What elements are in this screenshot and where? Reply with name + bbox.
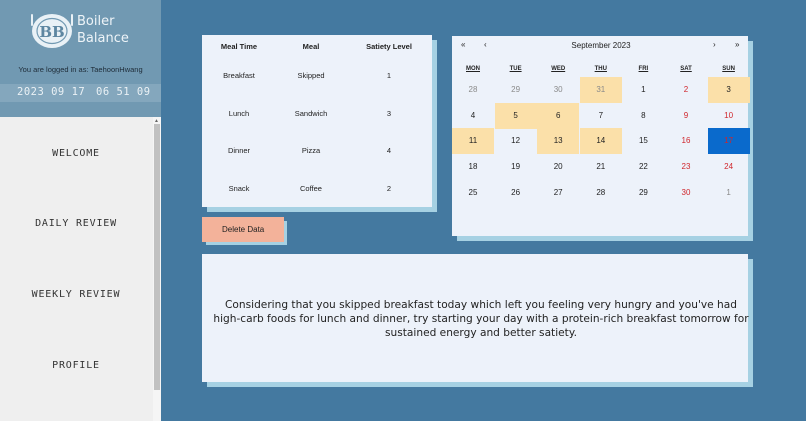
logo-text: BB [39,23,64,41]
calendar-day[interactable]: 14 [579,128,622,155]
calendar-day[interactable]: 3 [707,77,750,103]
calendar-day[interactable]: 13 [537,128,580,155]
logo-icon: BB [31,14,73,48]
weekday-header: MON [466,66,480,72]
col-header-meal-time: Meal Time [220,42,258,51]
table-cell: 4 [386,146,392,155]
calendar-day[interactable]: 29 [622,180,664,206]
clock-date: 2023 09 17 [17,86,86,98]
login-status: You are logged in as: TaehoonHwang [18,65,143,74]
calendar-day[interactable]: 25 [452,180,494,206]
calendar-day[interactable]: 19 [495,154,537,180]
table-cell: 2 [386,184,392,193]
calendar-day[interactable]: 21 [580,154,622,180]
weekday-header: TUE [509,66,522,72]
weekday-header: THU [594,66,607,72]
nav-welcome[interactable]: WELCOME [0,148,152,159]
calendar-day[interactable]: 2 [665,77,707,103]
calendar-title: September 2023 [571,41,631,50]
recommendation-text: Considering that you skipped breakfast t… [213,299,749,339]
calendar-day[interactable]: 20 [537,154,579,180]
table-cell: Pizza [301,146,321,155]
calendar-day[interactable]: 9 [665,103,707,129]
calendar-day[interactable]: 30 [665,180,707,206]
weekday-header: SAT [680,66,692,72]
sidebar-scrollbar[interactable]: ▲ [153,117,161,421]
brand-line-1: Boiler [77,14,115,29]
next-year-button[interactable]: » [735,40,739,49]
weekday-header: SUN [722,66,735,72]
calendar-day[interactable]: 16 [665,128,707,154]
table-cell: Lunch [228,109,250,118]
calendar-day[interactable]: 30 [537,77,579,103]
calendar-day[interactable]: 29 [495,77,537,103]
scrollbar-thumb[interactable] [154,124,160,390]
weekday-header: FRI [638,66,649,72]
calendar-day[interactable]: 10 [708,103,750,129]
calendar-day[interactable]: 8 [622,103,664,129]
calendar-day[interactable]: 5 [494,102,537,129]
calendar-day[interactable]: 1 [708,180,750,206]
table-cell: 3 [386,109,392,118]
calendar-day[interactable]: 15 [622,128,664,154]
calendar-day[interactable]: 4 [452,103,494,129]
calendar-day[interactable]: 31 [579,77,622,103]
calendar-day[interactable]: 22 [622,154,664,180]
delete-data-button[interactable]: Delete Data [202,217,284,242]
calendar-day[interactable]: 28 [580,180,622,206]
meal-table: Meal Time Meal Satiety Level Breakfast S… [202,35,432,207]
table-cell: Coffee [300,184,322,193]
table-cell: Snack [228,184,250,193]
nav-weekly-review[interactable]: WEEKLY REVIEW [0,289,152,300]
weekday-header: WED [551,66,566,72]
next-month-button[interactable]: › [713,40,716,49]
calendar-day[interactable]: 6 [537,102,580,129]
calendar-day[interactable]: 12 [495,128,537,154]
table-cell: Dinner [227,146,251,155]
brand-name: Boiler Balance [77,13,129,47]
clock-time: 06 51 09 [96,86,151,98]
calendar-day[interactable]: 28 [452,77,494,103]
table-cell: 1 [386,71,392,80]
clock-display: 2023 09 17 06 51 09 [0,84,161,102]
table-cell: Breakfast [223,71,255,80]
calendar-day[interactable]: 24 [708,154,750,180]
sidebar-header: BB Boiler Balance You are logged in as: … [0,0,161,117]
calendar-day[interactable]: 26 [495,180,537,206]
sidebar: BB Boiler Balance You are logged in as: … [0,0,161,421]
calendar-day[interactable]: 18 [452,154,494,180]
calendar-day[interactable]: 11 [452,128,494,155]
calendar-day[interactable]: 7 [580,103,622,129]
calendar-day[interactable]: 23 [665,154,707,180]
calendar-day[interactable]: 1 [622,77,664,103]
nav-profile[interactable]: PROFILE [0,360,152,371]
col-header-meal: Meal [302,42,320,51]
table-cell: Skipped [297,71,325,80]
nav-daily-review[interactable]: DAILY REVIEW [0,218,152,229]
brand-line-2: Balance [77,31,129,46]
calendar-day[interactable]: 17 [707,128,750,155]
table-cell: Sandwich [294,109,328,118]
calendar-day[interactable]: 27 [537,180,579,206]
col-header-satiety: Satiety Level [366,42,412,51]
